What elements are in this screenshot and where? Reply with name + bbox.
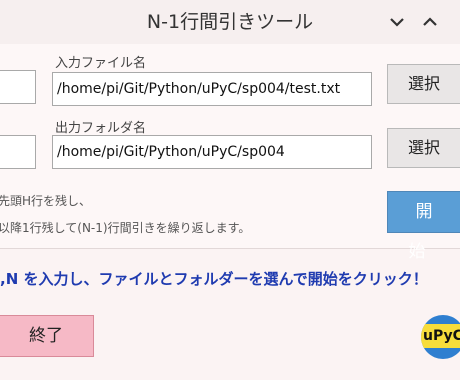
note-line-1: 先頭H行を残し、 [0,194,92,208]
chevron-down-icon[interactable] [383,8,411,36]
chevron-up-icon[interactable] [416,8,444,36]
instruction-message: ,N を入力し、ファイルとフォルダーを選んで開始をクリック！ [0,270,428,288]
upyc-logo: uPyC [421,315,460,359]
h-value-input[interactable] [0,70,36,104]
input-select-button[interactable]: 選択 [387,64,460,104]
output-folder-label: 出力フォルダ名 [55,121,147,136]
n-value-input[interactable] [0,135,36,169]
quit-button[interactable]: 終了 [0,315,94,357]
logo-text: uPyC [421,324,460,348]
start-button[interactable]: 開始 [387,191,460,262]
note-line-2: 以降1行残して(N-1)行間引きを繰り返します。 [0,221,251,235]
output-folder-path[interactable]: /home/pi/Git/Python/uPyC/sp004 [52,135,372,169]
output-select-button[interactable]: 選択 [387,128,460,168]
input-file-label: 入力ファイル名 [55,56,147,71]
input-file-path[interactable]: /home/pi/Git/Python/uPyC/sp004/test.txt [52,72,372,106]
